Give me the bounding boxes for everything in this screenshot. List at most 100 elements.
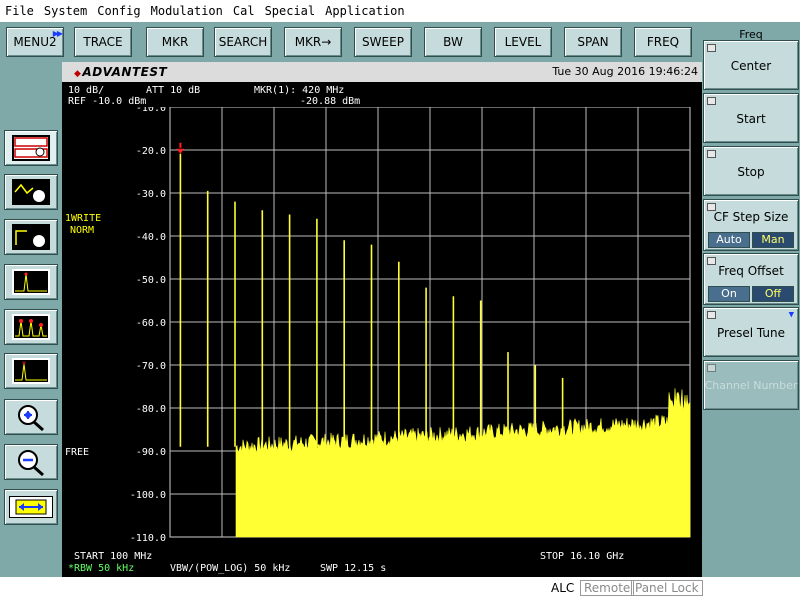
y-tick-label: -60.0 — [136, 318, 166, 329]
menu-special[interactable]: Special — [260, 0, 321, 22]
multi-peak-icon — [12, 314, 50, 340]
datetime: Tue 30 Aug 2016 19:46:24 — [552, 65, 698, 78]
cf-step-size-softkey[interactable]: CF Step Size Auto Man — [703, 199, 799, 251]
start-label: Start — [736, 112, 766, 126]
y-tick-label: -30.0 — [136, 189, 166, 200]
y-tick-label: -110.0 — [130, 533, 166, 543]
y-tick-label: -100.0 — [130, 490, 166, 501]
fo-on-option[interactable]: On — [708, 286, 750, 302]
trace-view-icon — [12, 135, 50, 161]
status-bar: ALC Remote Panel Lock — [0, 577, 800, 600]
span-expand-icon — [9, 496, 53, 518]
y-tick-label: -50.0 — [136, 275, 166, 286]
search-button[interactable]: SEARCH — [214, 27, 272, 57]
mkr-to-button[interactable]: MKR→ — [284, 27, 342, 57]
channel-number-label: Channel Number — [704, 379, 798, 392]
y-tick-label: -20.0 — [136, 146, 166, 157]
cf-auto-option[interactable]: Auto — [708, 232, 750, 248]
freq-offset-softkey[interactable]: Freq Offset On Off — [703, 253, 799, 305]
panel-lock-status: Panel Lock — [631, 580, 703, 596]
zoom-in-tool[interactable] — [4, 399, 58, 435]
softkey-indicator-icon — [707, 311, 716, 319]
vbw-label: VBW/(POW_LOG) 50 kHz — [170, 563, 291, 574]
menu-file[interactable]: File — [0, 0, 39, 22]
delta-marker-icon: * — [12, 358, 50, 384]
screen-header: ◆ADVANTEST Tue 30 Aug 2016 19:46:24 — [62, 62, 702, 82]
softkey-panel: Freq Center Start Stop CF Step Size Auto… — [702, 22, 800, 577]
zoom-out-tool[interactable] — [4, 444, 58, 480]
multi-peak-tool[interactable] — [4, 309, 58, 345]
y-tick-label: -90.0 — [136, 447, 166, 458]
softkey-indicator-icon — [707, 44, 716, 52]
scale-label: 10 dB/ — [68, 85, 105, 96]
y-tick-label: -10.0 — [136, 107, 166, 114]
menu-bar: File System Config Modulation Cal Specia… — [0, 0, 800, 22]
marker-select-icon — [12, 224, 50, 250]
softkey-indicator-icon — [707, 364, 716, 372]
level-button[interactable]: LEVEL — [494, 27, 552, 57]
peak-search-tool[interactable] — [4, 264, 58, 300]
remote-status: Remote — [580, 580, 635, 596]
y-tick-label: -40.0 — [136, 232, 166, 243]
marker-select-tool[interactable] — [4, 219, 58, 255]
channel-number-softkey[interactable]: Channel Number — [703, 360, 799, 410]
alc-status: ALC — [551, 581, 575, 595]
presel-tune-label: Presel Tune — [717, 326, 785, 340]
menu2-button[interactable]: MENU2 ▶▶ — [6, 27, 64, 57]
zoom-out-icon — [18, 450, 44, 477]
att-label: ATT 10 dB — [146, 85, 201, 96]
function-key-bar: MENU2 ▶▶ TRACE MKR SEARCH MKR→ SWEEP BW … — [0, 22, 702, 62]
sweep-button[interactable]: SWEEP — [354, 27, 412, 57]
menu-application[interactable]: Application — [320, 0, 409, 22]
marker-move-icon — [12, 179, 50, 205]
span-button[interactable]: SPAN — [564, 27, 622, 57]
y-tick-label: -70.0 — [136, 361, 166, 372]
menu-system[interactable]: System — [39, 0, 92, 22]
softkey-indicator-icon — [707, 150, 716, 158]
analyzer-screen: ◆ADVANTEST Tue 30 Aug 2016 19:46:24 10 d… — [62, 62, 702, 577]
rbw-label: *RBW 50 kHz — [68, 563, 135, 574]
menu2-label: MENU2 — [13, 35, 57, 49]
fo-off-option[interactable]: Off — [752, 286, 794, 302]
advantest-logo: ◆ADVANTEST — [74, 65, 168, 79]
start-softkey[interactable]: Start — [703, 93, 799, 143]
menu-modulation[interactable]: Modulation — [146, 0, 228, 22]
marker-readout-value: -20.88 dBm — [300, 96, 361, 107]
y-tick-label: -80.0 — [136, 404, 166, 415]
logo-text: ADVANTEST — [82, 65, 168, 79]
presel-tune-softkey[interactable]: ▼ Presel Tune — [703, 307, 799, 357]
marker-move-tool[interactable] — [4, 174, 58, 210]
spectrum-plot[interactable]: -10.0 -20.0 -30.0 -40.0 -50.0 -60.0 -70.0 -80.0… — [110, 107, 692, 543]
marker-readout-label: MKR(1): 420 MHz — [254, 85, 345, 96]
start-freq-label: START 100 MHz — [74, 551, 153, 562]
left-tool-strip: * — [0, 62, 62, 577]
menu-cal[interactable]: Cal — [228, 0, 260, 22]
center-label: Center — [730, 59, 772, 73]
double-arrow-icon: ▶▶ — [52, 29, 63, 38]
cf-step-label: CF Step Size — [713, 210, 789, 224]
center-softkey[interactable]: Center — [703, 40, 799, 90]
trace-mode-norm: NORM — [70, 225, 95, 236]
svg-text:*: * — [22, 360, 26, 369]
mkr-button[interactable]: MKR — [146, 27, 204, 57]
bw-button[interactable]: BW — [424, 27, 482, 57]
free-run-label: FREE — [65, 447, 90, 458]
stop-label: Stop — [737, 165, 765, 179]
menu-config[interactable]: Config — [92, 0, 145, 22]
peak-search-icon — [12, 269, 50, 295]
zoom-in-icon — [18, 405, 44, 432]
cf-man-option[interactable]: Man — [752, 232, 794, 248]
freq-offset-label: Freq Offset — [718, 264, 784, 278]
freq-button[interactable]: FREQ — [634, 27, 692, 57]
sweep-time-label: SWP 12.15 s — [320, 563, 387, 574]
more-down-arrow-icon: ▼ — [788, 310, 794, 320]
trace-button[interactable]: TRACE — [74, 27, 132, 57]
delta-marker-tool[interactable]: * — [4, 353, 58, 389]
trace-view-tool[interactable] — [4, 130, 58, 166]
stop-freq-label: STOP 16.10 GHz — [540, 551, 625, 562]
span-expand-tool[interactable] — [4, 489, 58, 525]
ref-level-label: REF -10.0 dBm — [68, 96, 147, 107]
softkey-indicator-icon — [707, 97, 716, 105]
trace-mode-write: 1WRITE — [65, 213, 102, 224]
stop-softkey[interactable]: Stop — [703, 146, 799, 196]
